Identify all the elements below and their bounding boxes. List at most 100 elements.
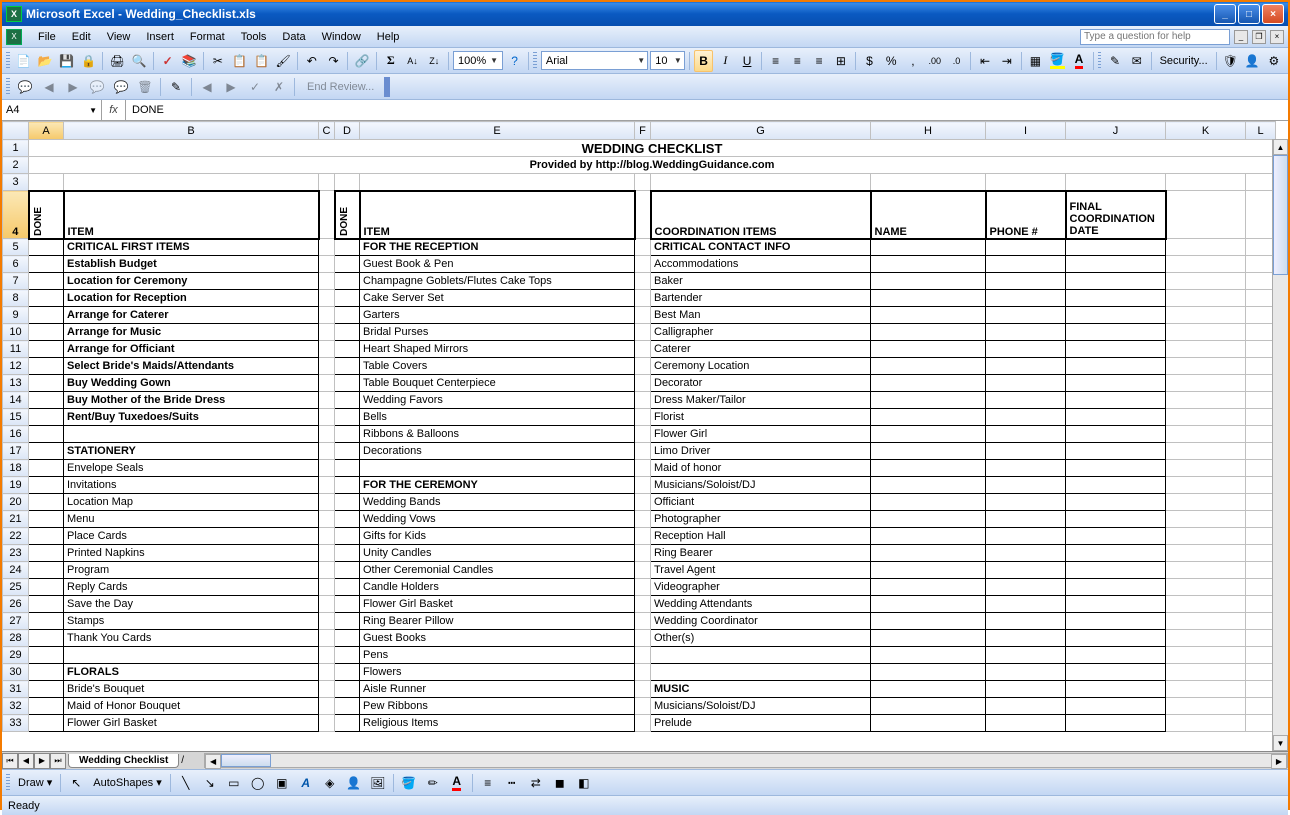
menu-help[interactable]: Help: [369, 29, 408, 45]
undo-button[interactable]: ↶: [302, 50, 322, 72]
vertical-scrollbar[interactable]: ▲ ▼: [1272, 139, 1288, 751]
cell[interactable]: [635, 409, 651, 426]
name-cell[interactable]: [871, 375, 986, 392]
date-cell[interactable]: [1066, 273, 1166, 290]
name-cell[interactable]: [871, 545, 986, 562]
item-cell[interactable]: Location for Ceremony: [64, 273, 319, 290]
cell[interactable]: [1166, 443, 1246, 460]
coord-cell[interactable]: Caterer: [651, 341, 871, 358]
cell[interactable]: [1246, 664, 1276, 681]
date-cell[interactable]: [1066, 596, 1166, 613]
align-right-button[interactable]: ≡: [809, 50, 829, 72]
cell[interactable]: [1246, 460, 1276, 477]
cell[interactable]: [1246, 562, 1276, 579]
row-header[interactable]: 4: [3, 191, 29, 239]
cell[interactable]: [1246, 545, 1276, 562]
cell[interactable]: [635, 630, 651, 647]
cell[interactable]: [1166, 341, 1246, 358]
date-cell[interactable]: [1066, 715, 1166, 732]
name-cell[interactable]: [871, 630, 986, 647]
cell[interactable]: [1246, 409, 1276, 426]
done-cell[interactable]: [335, 443, 360, 460]
toolbar-grip-icon[interactable]: [6, 774, 10, 792]
cell[interactable]: [635, 698, 651, 715]
cell[interactable]: [1166, 392, 1246, 409]
item-cell[interactable]: [360, 460, 635, 477]
row-header[interactable]: 22: [3, 528, 29, 545]
copy-button[interactable]: 📋: [230, 50, 250, 72]
line-style-button[interactable]: ≡: [477, 772, 499, 794]
coord-cell[interactable]: Bartender: [651, 290, 871, 307]
cell[interactable]: [1246, 392, 1276, 409]
cell[interactable]: [1246, 239, 1276, 256]
item-cell[interactable]: Save the Day: [64, 596, 319, 613]
cell[interactable]: [986, 174, 1066, 191]
date-cell[interactable]: [1066, 511, 1166, 528]
merge-center-button[interactable]: ⊞: [831, 50, 851, 72]
next-comment-button[interactable]: ▶: [62, 76, 84, 98]
phone-cell[interactable]: [986, 562, 1066, 579]
column-header[interactable]: L: [1246, 122, 1276, 140]
done-cell[interactable]: [29, 256, 64, 273]
phone-cell[interactable]: [986, 579, 1066, 596]
item-cell[interactable]: Reply Cards: [64, 579, 319, 596]
name-cell[interactable]: [871, 460, 986, 477]
cell[interactable]: [635, 392, 651, 409]
done-cell[interactable]: [335, 409, 360, 426]
date-cell[interactable]: [1066, 494, 1166, 511]
cell[interactable]: [635, 256, 651, 273]
cell[interactable]: [635, 647, 651, 664]
research-button[interactable]: 📚: [179, 50, 199, 72]
coord-cell[interactable]: Accommodations: [651, 256, 871, 273]
item-cell[interactable]: CRITICAL FIRST ITEMS: [64, 239, 319, 256]
done-cell[interactable]: [335, 239, 360, 256]
done-cell[interactable]: [335, 307, 360, 324]
header-coord[interactable]: COORDINATION ITEMS: [651, 191, 871, 239]
row-header[interactable]: 15: [3, 409, 29, 426]
scroll-down-button[interactable]: ▼: [1273, 735, 1288, 751]
phone-cell[interactable]: [986, 698, 1066, 715]
name-cell[interactable]: [871, 579, 986, 596]
done-cell[interactable]: [29, 375, 64, 392]
row-header[interactable]: 26: [3, 596, 29, 613]
decrease-decimal-button[interactable]: .0: [947, 50, 967, 72]
cell[interactable]: [1166, 630, 1246, 647]
phone-cell[interactable]: [986, 392, 1066, 409]
item-cell[interactable]: Printed Napkins: [64, 545, 319, 562]
name-cell[interactable]: [871, 596, 986, 613]
sort-asc-button[interactable]: A↓: [403, 50, 423, 72]
cell[interactable]: [319, 174, 335, 191]
zoom-combo[interactable]: 100%▼: [453, 51, 503, 70]
close-button[interactable]: ×: [1262, 4, 1284, 24]
done-cell[interactable]: [335, 273, 360, 290]
coord-cell[interactable]: Flower Girl: [651, 426, 871, 443]
minimize-button[interactable]: _: [1214, 4, 1236, 24]
row-header[interactable]: 2: [3, 157, 29, 174]
phone-cell[interactable]: [986, 256, 1066, 273]
cell[interactable]: [635, 443, 651, 460]
cell[interactable]: [1166, 290, 1246, 307]
cell[interactable]: [1166, 324, 1246, 341]
header-phone[interactable]: PHONE #: [986, 191, 1066, 239]
permissions-icon[interactable]: 👤: [1242, 50, 1262, 72]
cell[interactable]: [1246, 290, 1276, 307]
scroll-up-button[interactable]: ▲: [1273, 139, 1288, 155]
item-cell[interactable]: Arrange for Caterer: [64, 307, 319, 324]
cell[interactable]: [319, 375, 335, 392]
coord-cell[interactable]: Photographer: [651, 511, 871, 528]
fill-color-draw-button[interactable]: 🪣: [398, 772, 420, 794]
done-cell[interactable]: [29, 715, 64, 732]
item-cell[interactable]: Pew Ribbons: [360, 698, 635, 715]
menu-data[interactable]: Data: [274, 29, 313, 45]
cell[interactable]: [635, 681, 651, 698]
coord-cell[interactable]: Calligrapher: [651, 324, 871, 341]
date-cell[interactable]: [1066, 630, 1166, 647]
row-header[interactable]: 31: [3, 681, 29, 698]
item-cell[interactable]: Unity Candles: [360, 545, 635, 562]
cell[interactable]: [64, 174, 319, 191]
cell[interactable]: [1166, 409, 1246, 426]
name-cell[interactable]: [871, 392, 986, 409]
row-header[interactable]: 13: [3, 375, 29, 392]
done-cell[interactable]: [335, 290, 360, 307]
date-cell[interactable]: [1066, 307, 1166, 324]
